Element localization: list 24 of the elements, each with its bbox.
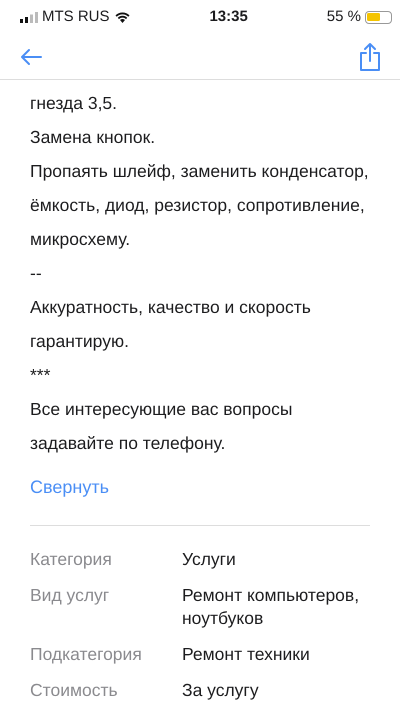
detail-label: Подкатегория	[30, 643, 143, 666]
description-text: ***	[30, 364, 52, 387]
detail-value: Ремонт компьютеров, ноутбуков	[182, 584, 360, 630]
carrier-name: MTS RUS	[42, 6, 110, 27]
description-text: Замена кнопок.	[30, 126, 156, 149]
battery-icon	[364, 10, 392, 24]
description-text: Аккуратность, качество и скорость гарантирую.	[30, 296, 312, 353]
detail-label: Категория	[30, 548, 113, 571]
wifi-icon	[114, 11, 130, 23]
signal-icon	[20, 12, 38, 22]
share-icon[interactable]	[358, 42, 382, 72]
detail-value: За услугу	[182, 679, 260, 702]
description-text: --	[30, 262, 43, 285]
detail-label: Стоимость	[30, 679, 119, 702]
description-text: гнезда 3,5.	[30, 92, 118, 115]
battery-percent: 55 %	[326, 6, 361, 27]
description-text: Пропаять шлейф, заменить конденсатор, ёмкость, диод, резистор, сопротивление, микросхему.	[30, 160, 370, 251]
status-time: 13:35	[209, 6, 248, 27]
back-arrow-icon[interactable]	[20, 48, 42, 66]
description-text: Все интересующие вас вопросы задавайте по телефону.	[30, 398, 294, 455]
collapse-link[interactable]: Свернуть	[30, 474, 109, 501]
detail-value: Ремонт техники	[182, 643, 311, 666]
detail-label: Вид услуг	[30, 584, 110, 607]
detail-value: Услуги	[182, 548, 237, 571]
